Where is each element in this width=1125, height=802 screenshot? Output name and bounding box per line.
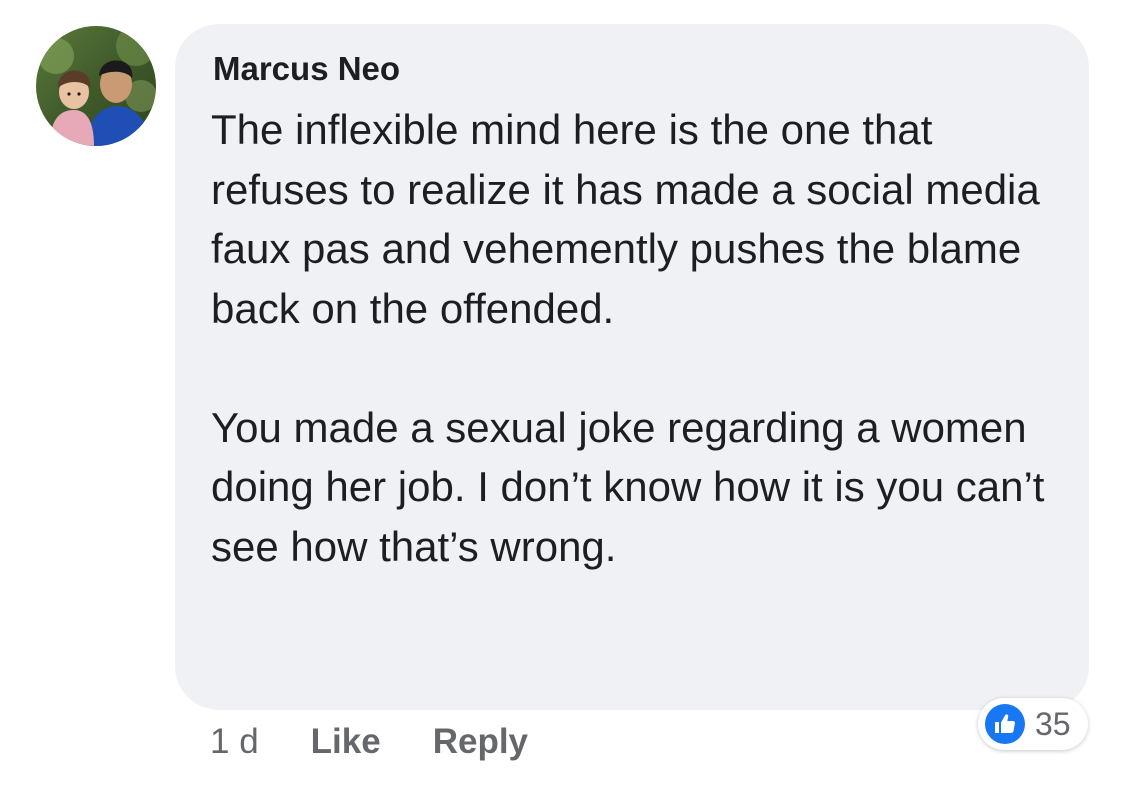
comment-paragraph-2: You made a sexual joke regarding a women… [211,403,1045,570]
comment-timestamp[interactable]: 1 d [210,722,259,762]
reply-button[interactable]: Reply [433,722,528,762]
reaction-summary[interactable]: 35 [978,698,1088,750]
like-button[interactable]: Like [311,722,381,762]
thumbs-up-icon [985,704,1025,744]
comment-author[interactable]: Marcus Neo [213,50,400,88]
comment-actions: 1 d Like Reply [210,720,580,764]
reaction-count: 35 [1035,705,1071,742]
comment-text: The inflexible mind here is the one that… [211,100,1071,576]
author-avatar[interactable] [36,26,156,146]
comment-paragraph-1: The inflexible mind here is the one that… [211,106,1040,332]
avatar-photo [36,26,156,146]
